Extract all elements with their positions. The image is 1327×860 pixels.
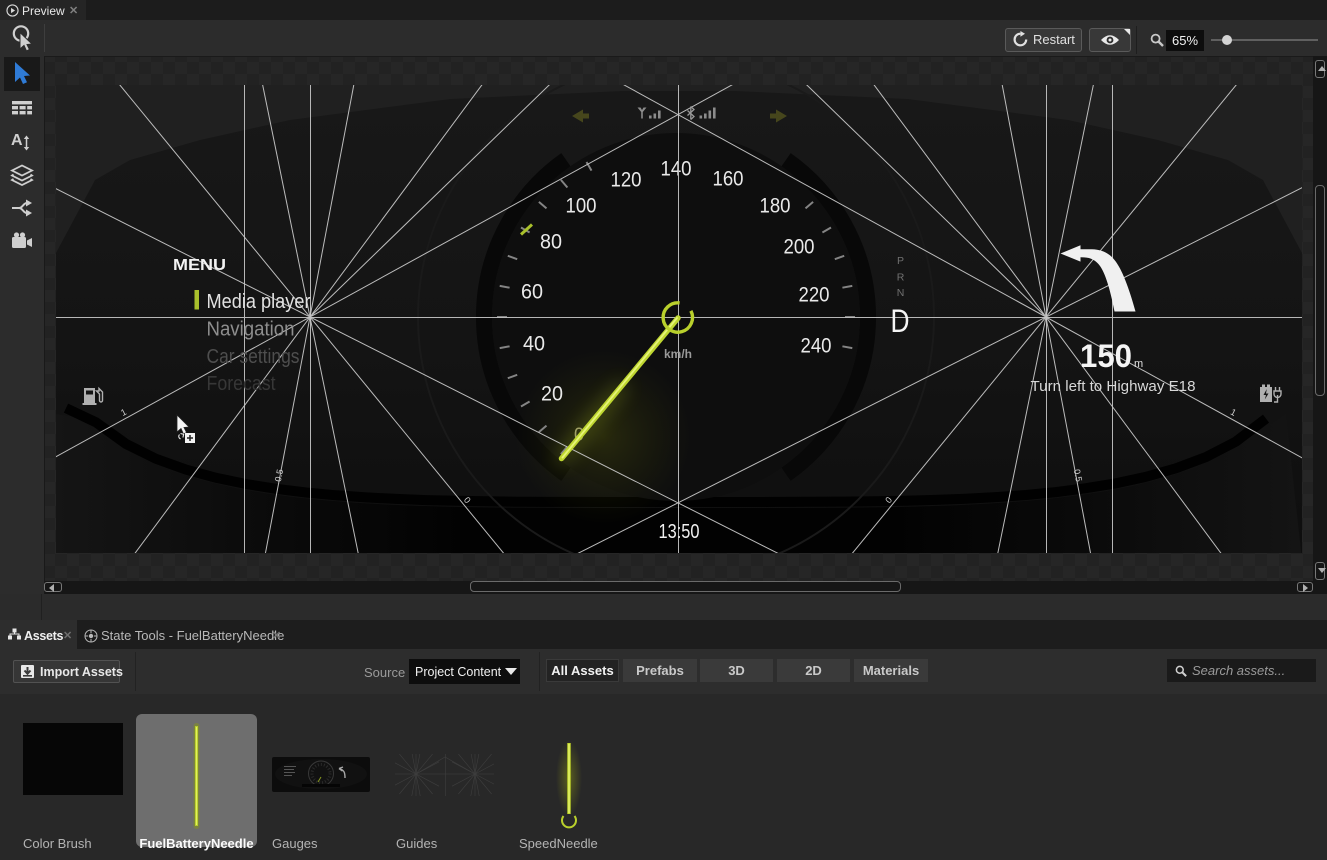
svg-text:A: A xyxy=(11,132,23,149)
svg-text:160: 160 xyxy=(713,168,744,191)
svg-text:P: P xyxy=(897,255,904,267)
svg-text:150: 150 xyxy=(1080,338,1132,374)
svg-text:220: 220 xyxy=(799,284,830,307)
svg-text:m: m xyxy=(1134,358,1143,370)
svg-text:13:50: 13:50 xyxy=(659,521,700,543)
svg-text:Forecast: Forecast xyxy=(207,373,276,395)
svg-text:Media player: Media player xyxy=(207,291,311,313)
svg-text:Turn left to Highway E18: Turn left to Highway E18 xyxy=(1031,378,1196,395)
svg-text:Car settings: Car settings xyxy=(207,346,300,368)
svg-text:100: 100 xyxy=(566,195,597,218)
svg-text:120: 120 xyxy=(611,169,642,192)
svg-text:200: 200 xyxy=(784,236,815,259)
svg-text:20: 20 xyxy=(541,383,563,406)
svg-text:N: N xyxy=(897,287,905,299)
svg-text:60: 60 xyxy=(521,281,543,304)
svg-text:140: 140 xyxy=(661,158,692,181)
svg-text:180: 180 xyxy=(760,195,791,218)
svg-text:R: R xyxy=(897,272,905,284)
svg-text:80: 80 xyxy=(540,231,562,254)
svg-text:km/h: km/h xyxy=(664,347,692,361)
svg-text:Navigation: Navigation xyxy=(207,319,295,341)
svg-text:MENU: MENU xyxy=(173,257,226,274)
svg-text:240: 240 xyxy=(801,335,832,358)
svg-text:D: D xyxy=(891,303,910,339)
svg-text:40: 40 xyxy=(523,333,545,356)
